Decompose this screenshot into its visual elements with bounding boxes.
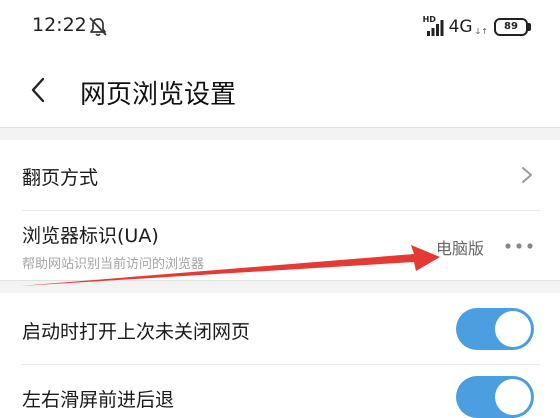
section-divider [0, 280, 560, 294]
network-activity-icon: ↓↑ [474, 26, 488, 36]
chevron-left-icon [31, 77, 45, 103]
toggle-knob [495, 311, 531, 347]
swipe-nav-toggle[interactable] [456, 376, 534, 418]
status-indicators: HD 4G ↓↑ 89 [423, 14, 531, 40]
setting-swipe-nav-title: 左右滑屏前进后退 [22, 389, 175, 411]
restore-tabs-toggle[interactable] [456, 308, 534, 350]
setting-user-agent[interactable]: 浏览器标识(UA) 帮助网站识别当前访问的浏览器 电脑版 [0, 211, 560, 280]
setting-page-turn-title: 翻页方式 [22, 167, 99, 189]
setting-ua-value: 电脑版 [435, 239, 484, 258]
network-type: 4G [448, 17, 473, 37]
signal-icon: HD [423, 15, 445, 37]
status-time: 12:22 [32, 14, 87, 36]
chevron-right-icon [522, 167, 532, 183]
battery-icon: 89 [494, 18, 531, 36]
setting-page-turn[interactable]: 翻页方式 [0, 140, 560, 210]
setting-ua-subtitle: 帮助网站识别当前访问的浏览器 [22, 257, 205, 272]
back-button[interactable] [18, 70, 58, 110]
more-horizontal-icon[interactable] [504, 241, 534, 251]
title-bar: 网页浏览设置 [0, 56, 560, 128]
status-bar: 12:22 HD 4G ↓↑ 89 [0, 0, 560, 56]
setting-swipe-navigation[interactable]: 左右滑屏前进后退 [0, 365, 560, 418]
toggle-knob [495, 379, 531, 415]
section-divider [0, 127, 560, 141]
battery-level: 89 [504, 21, 518, 32]
bell-off-icon [88, 16, 108, 38]
page-title: 网页浏览设置 [80, 80, 237, 110]
setting-restore-tabs-title: 启动时打开上次未关闭网页 [22, 321, 251, 343]
setting-ua-title: 浏览器标识(UA) [22, 225, 159, 247]
setting-restore-tabs[interactable]: 启动时打开上次未关闭网页 [0, 293, 560, 365]
